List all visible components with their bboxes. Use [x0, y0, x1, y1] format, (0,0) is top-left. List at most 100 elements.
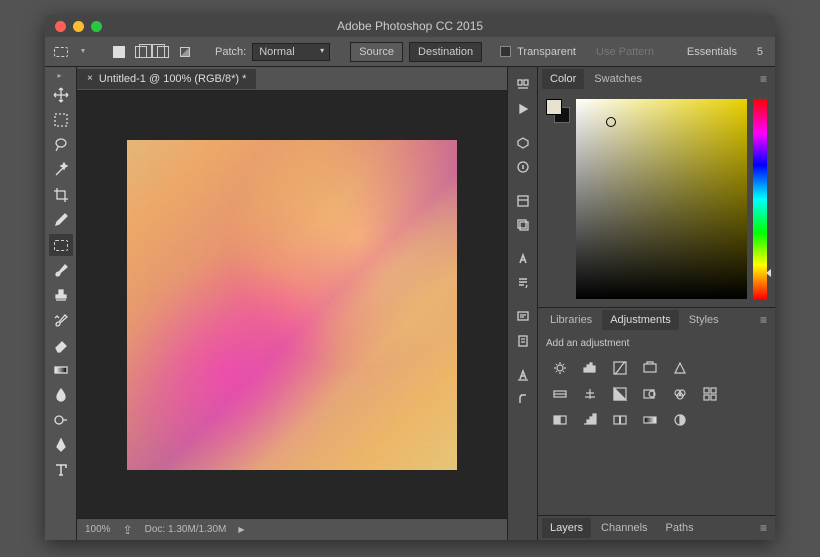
- tab-paths[interactable]: Paths: [658, 518, 702, 538]
- subtract-selection-icon[interactable]: [155, 44, 171, 60]
- marquee-tool[interactable]: [49, 109, 73, 131]
- app-window: Adobe Photoshop CC 2015 ▼ Patch: Normal …: [45, 15, 775, 540]
- close-window-button[interactable]: [55, 21, 66, 32]
- crop-tool[interactable]: [49, 184, 73, 206]
- brush-tool[interactable]: [49, 259, 73, 281]
- channel-mixer-icon[interactable]: [670, 385, 690, 403]
- value-field[interactable]: 5: [743, 46, 767, 58]
- maximize-window-button[interactable]: [91, 21, 102, 32]
- paragraph-panel-icon[interactable]: [514, 275, 532, 291]
- foreground-color[interactable]: [546, 99, 562, 115]
- lasso-tool[interactable]: [49, 134, 73, 156]
- character-panel-icon[interactable]: [514, 251, 532, 267]
- panel-menu-icon[interactable]: ≡: [756, 521, 771, 535]
- blur-tool[interactable]: [49, 384, 73, 406]
- properties-panel-icon[interactable]: [514, 193, 532, 209]
- color-panel: [538, 91, 775, 307]
- source-button[interactable]: Source: [350, 42, 403, 62]
- panel-menu-icon[interactable]: ≡: [756, 313, 771, 327]
- hue-sat-icon[interactable]: [550, 385, 570, 403]
- color-balance-icon[interactable]: [580, 385, 600, 403]
- layer-comps-panel-icon[interactable]: [514, 217, 532, 233]
- transparent-checkbox[interactable]: [500, 46, 511, 57]
- tools-panel: ▸: [45, 67, 77, 540]
- hue-slider[interactable]: [753, 99, 767, 299]
- gradient-map-icon[interactable]: [640, 411, 660, 429]
- status-bar: 100% ⇪ Doc: 1.30M/1.30M ▶: [77, 518, 507, 540]
- eyedropper-tool[interactable]: [49, 209, 73, 231]
- options-bar: ▼ Patch: Normal Source Destination Trans…: [45, 37, 775, 67]
- panels-dock: Color Swatches ≡: [537, 67, 775, 540]
- selective-color-icon[interactable]: [670, 411, 690, 429]
- canvas[interactable]: [127, 140, 457, 470]
- actions-panel-icon[interactable]: [514, 101, 532, 117]
- notes-panel-icon[interactable]: [514, 309, 532, 325]
- photo-filter-icon[interactable]: [640, 385, 660, 403]
- glyphs-panel-icon[interactable]: [514, 367, 532, 383]
- layers-panel-tabs: Layers Channels Paths ≡: [538, 516, 775, 540]
- collapsed-panels: [507, 67, 537, 540]
- history-panel-icon[interactable]: [514, 77, 532, 93]
- type-tool[interactable]: [49, 459, 73, 481]
- pen-tool[interactable]: [49, 434, 73, 456]
- document-area: × Untitled-1 @ 100% (RGB/8*) * 100% ⇪ Do…: [77, 67, 507, 540]
- exposure-icon[interactable]: [640, 359, 660, 377]
- app-title: Adobe Photoshop CC 2015: [337, 19, 483, 33]
- status-menu-icon[interactable]: ▶: [238, 525, 244, 534]
- vibrance-icon[interactable]: [670, 359, 690, 377]
- gradient-tool[interactable]: [49, 359, 73, 381]
- titlebar: Adobe Photoshop CC 2015: [45, 15, 775, 37]
- hue-slider-handle[interactable]: [766, 269, 771, 277]
- brightness-icon[interactable]: [550, 359, 570, 377]
- destination-button[interactable]: Destination: [409, 42, 482, 62]
- new-selection-icon[interactable]: [111, 44, 127, 60]
- bw-icon[interactable]: [610, 385, 630, 403]
- history-brush-tool[interactable]: [49, 309, 73, 331]
- paragraph-styles-panel-icon[interactable]: [514, 391, 532, 407]
- tab-libraries[interactable]: Libraries: [542, 310, 600, 330]
- add-selection-icon[interactable]: [133, 44, 149, 60]
- invert-icon[interactable]: [550, 411, 570, 429]
- dropdown-icon[interactable]: ▼: [75, 44, 91, 60]
- curves-icon[interactable]: [610, 359, 630, 377]
- doc-size: Doc: 1.30M/1.30M: [145, 524, 227, 535]
- color-field[interactable]: [576, 99, 747, 299]
- posterize-icon[interactable]: [580, 411, 600, 429]
- tab-styles[interactable]: Styles: [681, 310, 727, 330]
- close-tab-icon[interactable]: ×: [87, 73, 93, 84]
- eraser-tool[interactable]: [49, 334, 73, 356]
- info-panel-icon[interactable]: [514, 159, 532, 175]
- document-tabs: × Untitled-1 @ 100% (RGB/8*) *: [77, 67, 507, 91]
- tab-color[interactable]: Color: [542, 69, 584, 89]
- levels-icon[interactable]: [580, 359, 600, 377]
- panel-menu-icon[interactable]: ≡: [756, 72, 771, 86]
- color-cursor[interactable]: [606, 117, 616, 127]
- patch-tool[interactable]: [49, 234, 73, 256]
- stamp-tool[interactable]: [49, 284, 73, 306]
- use-pattern-button: Use Pattern: [596, 46, 654, 58]
- magic-wand-tool[interactable]: [49, 159, 73, 181]
- tab-swatches[interactable]: Swatches: [586, 69, 650, 89]
- transparent-label: Transparent: [517, 46, 576, 58]
- patch-tool-icon[interactable]: [53, 44, 69, 60]
- dodge-tool[interactable]: [49, 409, 73, 431]
- share-icon[interactable]: ⇪: [123, 523, 133, 537]
- minimize-window-button[interactable]: [73, 21, 84, 32]
- patch-mode-select[interactable]: Normal: [252, 43, 330, 61]
- fg-bg-swatch[interactable]: [546, 99, 570, 123]
- tab-adjustments[interactable]: Adjustments: [602, 310, 679, 330]
- document-tab[interactable]: × Untitled-1 @ 100% (RGB/8*) *: [77, 69, 256, 89]
- collapse-icon[interactable]: ▸: [58, 71, 68, 81]
- color-lookup-icon[interactable]: [700, 385, 720, 403]
- tab-layers[interactable]: Layers: [542, 518, 591, 538]
- threshold-icon[interactable]: [610, 411, 630, 429]
- intersect-selection-icon[interactable]: [177, 44, 193, 60]
- move-tool[interactable]: [49, 84, 73, 106]
- tab-channels[interactable]: Channels: [593, 518, 655, 538]
- workspace-label[interactable]: Essentials: [687, 46, 737, 58]
- canvas-area[interactable]: [77, 91, 507, 518]
- brush-preset-panel-icon[interactable]: [514, 333, 532, 349]
- zoom-level[interactable]: 100%: [85, 524, 111, 535]
- color-panel-tabs: Color Swatches ≡: [538, 67, 775, 91]
- 3d-panel-icon[interactable]: [514, 135, 532, 151]
